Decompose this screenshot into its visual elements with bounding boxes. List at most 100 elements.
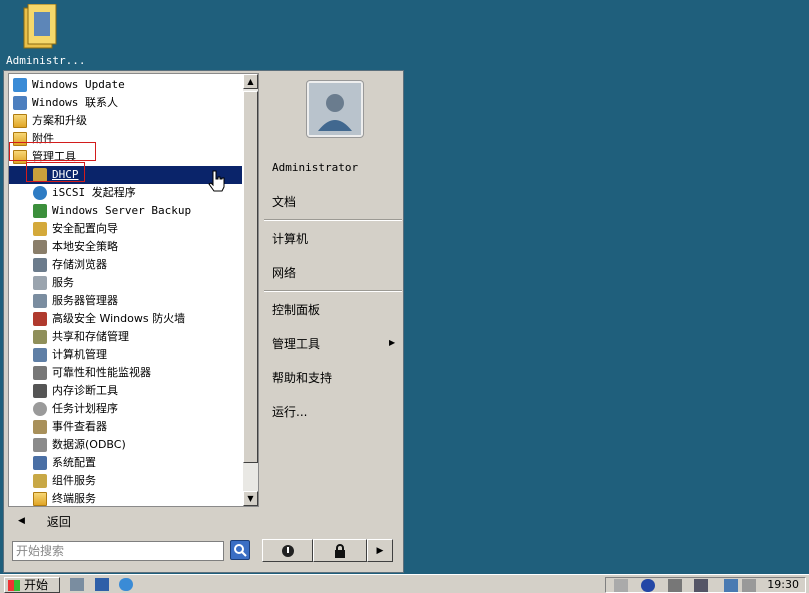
event-viewer-icon bbox=[33, 420, 47, 434]
help-icon[interactable] bbox=[641, 579, 655, 592]
program-label: 计算机管理 bbox=[52, 348, 107, 361]
start-button[interactable]: 开始 bbox=[4, 577, 60, 593]
clock: 19:30 bbox=[767, 578, 799, 591]
start-label: 开始 bbox=[24, 578, 49, 592]
odbc-icon bbox=[33, 438, 47, 452]
scroll-up-button[interactable]: ▲ bbox=[243, 74, 258, 89]
network-item[interactable]: 网络 bbox=[272, 264, 296, 281]
program-item[interactable]: Windows 联系人 bbox=[9, 94, 242, 112]
program-item[interactable]: 服务 bbox=[9, 274, 242, 292]
help-support-item[interactable]: 帮助和支持 bbox=[272, 369, 332, 386]
program-item[interactable]: 方案和升级 bbox=[9, 112, 242, 130]
folder-icon bbox=[33, 492, 47, 506]
volume-icon[interactable] bbox=[742, 579, 756, 592]
folder-icon bbox=[13, 150, 27, 164]
documents-item[interactable]: 文档 bbox=[272, 193, 296, 210]
submenu-arrow-icon: ▶ bbox=[389, 338, 396, 347]
screen-icon[interactable] bbox=[694, 579, 708, 592]
computer-management-icon bbox=[33, 348, 47, 362]
system-config-icon bbox=[33, 456, 47, 470]
program-item[interactable]: 存储浏览器 bbox=[9, 256, 242, 274]
program-label: 服务器管理器 bbox=[52, 294, 118, 307]
internet-explorer-icon[interactable] bbox=[119, 578, 133, 591]
program-item[interactable]: 共享和存储管理 bbox=[9, 328, 242, 346]
contacts-icon bbox=[13, 96, 27, 110]
search-icon bbox=[234, 544, 247, 557]
folder-user-icon bbox=[23, 4, 57, 49]
clock-icon bbox=[33, 402, 47, 416]
program-label: 附件 bbox=[32, 132, 54, 145]
program-item[interactable]: 计算机管理 bbox=[9, 346, 242, 364]
back-label: 返回 bbox=[46, 514, 71, 529]
program-label: 任务计划程序 bbox=[52, 402, 118, 415]
power-icon bbox=[281, 544, 294, 557]
search-button[interactable] bbox=[230, 540, 250, 560]
user-avatar[interactable] bbox=[307, 81, 363, 137]
admin-tools-item[interactable]: 管理工具 bbox=[272, 335, 320, 352]
globe-icon bbox=[33, 186, 47, 200]
program-label: 事件查看器 bbox=[52, 420, 107, 433]
performance-monitor-icon bbox=[33, 366, 47, 380]
right-pane: Administrator 文档 计算机 网络 控制面板 管理工具 ▶ 帮助和支… bbox=[260, 73, 403, 537]
user-name-item[interactable]: Administrator bbox=[272, 161, 358, 174]
program-item[interactable]: 系统配置 bbox=[9, 454, 242, 472]
scroll-thumb[interactable] bbox=[243, 91, 258, 463]
program-item[interactable]: 高级安全 Windows 防火墙 bbox=[9, 310, 242, 328]
program-label: 本地安全策略 bbox=[52, 240, 118, 253]
network-tray-icon[interactable] bbox=[724, 579, 738, 592]
taskbar: 开始 19:30 bbox=[0, 574, 809, 593]
program-item[interactable]: 可靠性和性能监视器 bbox=[9, 364, 242, 382]
program-item[interactable]: 附件 bbox=[9, 130, 242, 148]
program-item[interactable]: 服务器管理器 bbox=[9, 292, 242, 310]
desktop-icon-administrator[interactable]: Administr... bbox=[6, 2, 85, 67]
program-item[interactable]: 组件服务 bbox=[9, 472, 242, 490]
windows-logo-icon bbox=[8, 580, 20, 591]
program-item[interactable]: Windows Update bbox=[9, 76, 242, 94]
program-item[interactable]: 本地安全策略 bbox=[9, 238, 242, 256]
system-tray: 19:30 bbox=[605, 577, 806, 593]
program-label: 安全配置向导 bbox=[52, 222, 118, 235]
start-search-input[interactable]: 开始搜索 bbox=[12, 541, 224, 561]
program-item[interactable]: 安全配置向导 bbox=[9, 220, 242, 238]
divider bbox=[264, 219, 402, 221]
program-label: 方案和升级 bbox=[32, 114, 87, 127]
program-label: 高级安全 Windows 防火墙 bbox=[52, 312, 186, 325]
program-item[interactable]: 内存诊断工具 bbox=[9, 382, 242, 400]
program-item[interactable]: 终端服务 bbox=[9, 490, 242, 506]
keyboard-icon[interactable] bbox=[614, 579, 628, 592]
control-panel-item[interactable]: 控制面板 bbox=[272, 301, 320, 318]
lock-icon bbox=[335, 543, 345, 558]
program-label: Windows Update bbox=[32, 78, 125, 91]
user-avatar-icon bbox=[309, 83, 361, 135]
language-icon[interactable] bbox=[668, 579, 682, 592]
folder-icon bbox=[13, 114, 27, 128]
server-manager-quicklaunch-icon[interactable] bbox=[70, 578, 84, 591]
programs-pane: Windows Update Windows 联系人 方案和升级附件管理工具 DHCP… bbox=[8, 73, 259, 507]
more-options-button[interactable]: ▶ bbox=[367, 539, 393, 562]
program-item[interactable]: Windows Server Backup bbox=[9, 202, 242, 220]
program-label: 终端服务 bbox=[52, 492, 96, 505]
program-list-scrollbar[interactable]: ▲ ▼ bbox=[243, 74, 258, 506]
program-item[interactable]: 任务计划程序 bbox=[9, 400, 242, 418]
show-desktop-icon[interactable] bbox=[95, 578, 109, 591]
memory-diagnostic-icon bbox=[33, 384, 47, 398]
program-item[interactable]: 事件查看器 bbox=[9, 418, 242, 436]
program-label: 内存诊断工具 bbox=[52, 384, 118, 397]
program-item[interactable]: 数据源(ODBC) bbox=[9, 436, 242, 454]
run-item[interactable]: 运行... bbox=[272, 403, 307, 420]
program-item[interactable]: 管理工具 bbox=[9, 148, 242, 166]
desktop-icon-label: Administr... bbox=[6, 54, 86, 67]
scroll-down-button[interactable]: ▼ bbox=[243, 491, 258, 506]
storage-icon bbox=[33, 258, 47, 272]
program-label: 共享和存储管理 bbox=[52, 330, 129, 343]
program-label: Windows 联系人 bbox=[32, 96, 118, 109]
program-label: DHCP bbox=[52, 168, 79, 181]
local-policy-icon bbox=[33, 240, 47, 254]
power-button[interactable] bbox=[262, 539, 313, 562]
program-label: 管理工具 bbox=[32, 150, 76, 163]
firewall-icon bbox=[33, 312, 47, 326]
computer-item[interactable]: 计算机 bbox=[272, 230, 308, 247]
windows-update-icon bbox=[13, 78, 27, 92]
back-button[interactable]: ◀ 返回 bbox=[8, 509, 259, 533]
lock-button[interactable] bbox=[313, 539, 367, 562]
